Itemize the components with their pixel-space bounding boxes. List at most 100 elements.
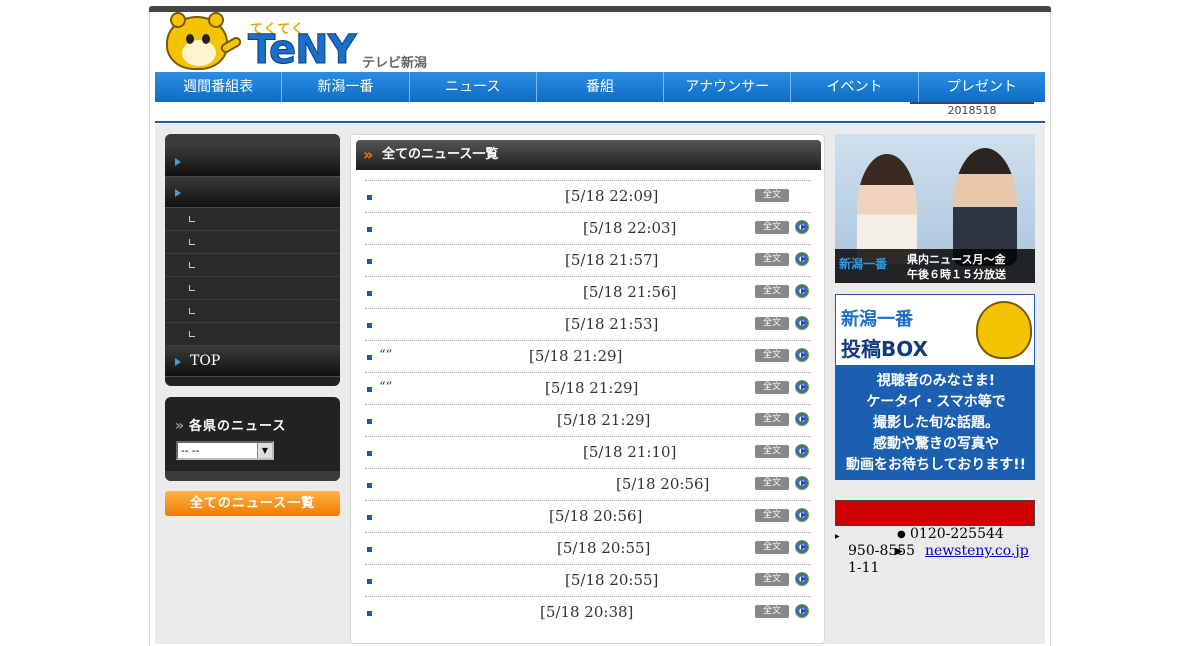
video-play-icon[interactable] <box>795 380 809 394</box>
video-play-icon[interactable] <box>795 316 809 330</box>
news-row[interactable]: [5/18 20:55] 全文 <box>365 532 811 564</box>
news-headline[interactable]: “” <box>379 348 392 363</box>
news-timestamp: [5/18 20:55] <box>557 539 651 557</box>
corner-icon <box>189 331 195 337</box>
bullet-icon <box>367 227 372 232</box>
banner-text: 県内ニュース月～金 <box>907 253 1006 266</box>
bullet-icon <box>367 579 372 584</box>
news-timestamp: [5/18 20:56] <box>616 475 710 493</box>
full-text-button[interactable]: 全文 <box>755 509 789 522</box>
news-timestamp: [5/18 21:56] <box>583 283 677 301</box>
bullet-icon <box>367 483 372 488</box>
all-news-button[interactable]: 全てのニュース一覧 <box>165 491 340 516</box>
news-timestamp: [5/18 22:03] <box>583 219 677 237</box>
arrow-icon: ▶ <box>895 546 903 557</box>
news-row[interactable]: [5/18 20:38] 全文 <box>365 596 811 628</box>
full-text-button[interactable]: 全文 <box>755 477 789 490</box>
news-row[interactable]: [5/18 21:57] 全文 <box>365 244 811 276</box>
nav-item-announcers[interactable]: アナウンサー <box>664 72 792 102</box>
full-text-button[interactable]: 全文 <box>755 349 789 362</box>
corner-icon <box>189 308 195 314</box>
video-play-icon[interactable] <box>795 476 809 490</box>
bullet-icon <box>367 355 372 360</box>
news-timestamp: [5/18 21:10] <box>583 443 677 461</box>
video-play-icon[interactable] <box>795 412 809 426</box>
prefecture-select[interactable]: -- -- ▼ <box>176 441 274 460</box>
banner-body: 視聴者のみなさま! ケータイ・スマホ等で 撮影した旬な話題。 感動や驚きの写真や… <box>836 365 1034 479</box>
submission-box-banner[interactable]: 新潟一番 投稿BOX 視聴者のみなさま! ケータイ・スマホ等で 撮影した旬な話題… <box>835 294 1035 480</box>
news-timestamp: [5/18 21:29] <box>545 379 639 397</box>
full-text-button[interactable]: 全文 <box>755 189 789 202</box>
arrow-icon <box>175 189 181 197</box>
nav-item-niigata-ichiban[interactable]: 新潟一番 <box>282 72 410 102</box>
banner-text: 午後６時１５分放送 <box>907 268 1006 281</box>
niigata-ichiban-banner[interactable]: 新潟一番 県内ニュース月～金 午後６時１５分放送 <box>835 134 1035 283</box>
news-row[interactable]: “” [5/18 21:29] 全文 <box>365 340 811 372</box>
news-row[interactable]: “” [5/18 21:29] 全文 <box>365 372 811 404</box>
news-headline[interactable]: “” <box>379 380 392 395</box>
corner-icon <box>189 262 195 268</box>
left-menu-subitem[interactable] <box>165 231 340 254</box>
news-row[interactable]: [5/18 20:55] 全文 <box>365 564 811 596</box>
nav-item-events[interactable]: イベント <box>791 72 919 102</box>
left-menu-item[interactable] <box>165 146 340 177</box>
nav-item-present[interactable]: プレゼント <box>918 72 1045 102</box>
left-menu-subitem[interactable] <box>165 277 340 300</box>
news-row[interactable]: [5/18 21:29] 全文 <box>365 404 811 436</box>
logo[interactable]: てくてく TeNY テレビ新潟 <box>162 12 442 73</box>
banner-brand: 新潟一番 <box>839 257 888 271</box>
news-list: [5/18 22:09] 全文 [5/18 22:03] 全文 [5/18 21:57]… <box>365 180 811 628</box>
nav-item-programs[interactable]: 番組 <box>536 72 665 102</box>
news-timestamp: [5/18 21:29] <box>529 347 623 365</box>
video-play-icon[interactable] <box>795 508 809 522</box>
left-menu: TOP <box>165 134 340 386</box>
news-row[interactable]: [5/18 20:56] 全文 <box>365 500 811 532</box>
video-play-icon[interactable] <box>795 348 809 362</box>
video-play-icon[interactable] <box>795 604 809 618</box>
left-menu-subitem[interactable] <box>165 254 340 277</box>
news-timestamp: [5/18 21:53] <box>565 315 659 333</box>
contact-address: 1-11 <box>848 560 880 576</box>
full-text-button[interactable]: 全文 <box>755 381 789 394</box>
bullet-icon <box>367 259 372 264</box>
video-play-icon[interactable] <box>795 572 809 586</box>
news-list-title: 全てのニュース一覧 <box>382 147 499 162</box>
nav-item-news[interactable]: ニュース <box>409 72 537 102</box>
prefecture-news-box: » 各県のニュース -- -- ▼ <box>165 397 340 481</box>
left-menu-subitem[interactable] <box>165 300 340 323</box>
full-text-button[interactable]: 全文 <box>755 445 789 458</box>
full-text-button[interactable]: 全文 <box>755 605 789 618</box>
news-row[interactable]: [5/18 22:03] 全文 <box>365 212 811 244</box>
left-menu-item-top[interactable]: TOP <box>165 346 340 377</box>
full-text-button[interactable]: 全文 <box>755 221 789 234</box>
news-list-panel: » 全てのニュース一覧 [5/18 22:09] 全文 [5/18 22:03] 全文… <box>350 134 825 644</box>
date-label: 2018518 <box>910 102 1034 118</box>
news-row[interactable]: [5/18 20:56] 全文 <box>365 468 811 500</box>
video-play-icon[interactable] <box>795 444 809 458</box>
contact-email-link[interactable]: newsteny.co.jp <box>925 543 1029 559</box>
left-menu-item[interactable] <box>165 177 340 208</box>
contact-zip: 950-8555 <box>848 543 916 559</box>
full-text-button[interactable]: 全文 <box>755 541 789 554</box>
left-menu-subitem[interactable] <box>165 323 340 346</box>
full-text-button[interactable]: 全文 <box>755 285 789 298</box>
full-text-button[interactable]: 全文 <box>755 253 789 266</box>
left-menu-subitem[interactable] <box>165 208 340 231</box>
corner-icon <box>189 285 195 291</box>
video-play-icon[interactable] <box>795 540 809 554</box>
video-play-icon[interactable] <box>795 220 809 234</box>
news-row[interactable]: [5/18 21:10] 全文 <box>365 436 811 468</box>
full-text-button[interactable]: 全文 <box>755 317 789 330</box>
corner-icon <box>189 239 195 245</box>
news-row[interactable]: [5/18 22:09] 全文 <box>365 180 811 212</box>
video-play-icon[interactable] <box>795 252 809 266</box>
dropdown-arrow-icon: ▼ <box>257 443 272 458</box>
news-row[interactable]: [5/18 21:53] 全文 <box>365 308 811 340</box>
news-row[interactable]: [5/18 21:56] 全文 <box>365 276 811 308</box>
nav-item-schedule[interactable]: 週間番組表 <box>155 72 283 102</box>
full-text-button[interactable]: 全文 <box>755 573 789 586</box>
news-timestamp: [5/18 21:57] <box>565 251 659 269</box>
contact-header-bar <box>835 500 1035 526</box>
full-text-button[interactable]: 全文 <box>755 413 789 426</box>
video-play-icon[interactable] <box>795 284 809 298</box>
